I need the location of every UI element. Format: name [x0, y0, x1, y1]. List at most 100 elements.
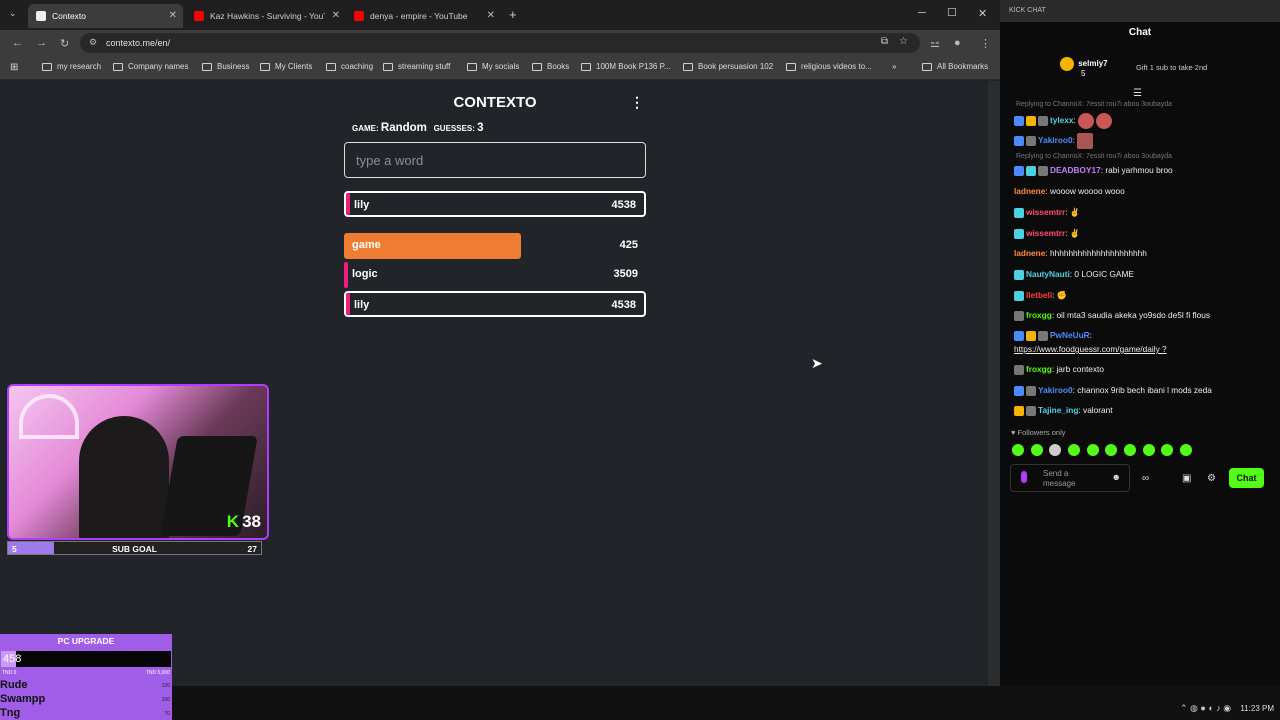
emote-icon[interactable]	[1068, 444, 1080, 456]
chat-username[interactable]: Yakiroo0	[1038, 135, 1073, 145]
bookmark-item[interactable]: 100M Book P136 P...	[581, 62, 671, 71]
bookmark-item[interactable]: religious videos to...	[786, 62, 872, 71]
url-text: contexto.me/en/	[106, 38, 171, 48]
emote-icon: ✌	[1069, 207, 1081, 217]
infinity-icon[interactable]: ∞	[1142, 473, 1149, 484]
tab-title: denya - empire - YouTube	[370, 11, 468, 21]
rank-badge-icon	[1060, 57, 1074, 71]
bookmark-star-icon[interactable]: ☆	[899, 36, 908, 47]
chat-username[interactable]: Tajine_ing	[1038, 405, 1078, 415]
bookmark-item[interactable]: coaching	[326, 62, 373, 71]
emote-icon[interactable]	[1087, 444, 1099, 456]
emote-icon[interactable]	[1143, 444, 1155, 456]
guess-bar	[346, 193, 350, 215]
bookmark-item[interactable]: Books	[532, 62, 569, 71]
close-tab-icon[interactable]: ✕	[169, 10, 177, 21]
emote-icon[interactable]	[1012, 444, 1024, 456]
chat-username[interactable]: tylexx	[1050, 115, 1074, 125]
bookmark-item[interactable]: streaming stuff	[383, 62, 450, 71]
chat-username[interactable]: wissemtrr	[1026, 207, 1065, 217]
gift-icon[interactable]: ▣	[1182, 473, 1191, 484]
game-menu-icon[interactable]: ⋮	[630, 94, 644, 111]
tab-youtube-1[interactable]: Kaz Hawkins - Surviving - YouTube ✕	[186, 4, 346, 28]
bookmark-item[interactable]: my research	[42, 62, 101, 71]
url-field[interactable]: ⚙ contexto.me/en/ ⧉ ☆	[80, 33, 920, 53]
kick-count-badge: K 38	[227, 512, 261, 532]
forward-icon[interactable]: →	[36, 37, 47, 49]
chat-link[interactable]: https://www.foodguessr.com/game/daily ?	[1014, 344, 1167, 354]
bookmark-item[interactable]: Book persuasion 102	[683, 62, 773, 71]
word-input[interactable]	[344, 142, 646, 178]
close-tab-icon[interactable]: ✕	[332, 10, 340, 21]
chat-username[interactable]: ladnene	[1014, 186, 1045, 196]
close-window-icon[interactable]: ✕	[978, 7, 987, 20]
emote-icon[interactable]	[1049, 444, 1061, 456]
chat-username[interactable]: froxgg	[1026, 364, 1052, 374]
close-tab-icon[interactable]: ✕	[487, 10, 495, 21]
apps-icon[interactable]: ⊞	[10, 62, 18, 73]
tab-title: Contexto	[52, 11, 87, 21]
folder-icon	[683, 62, 693, 71]
webcam-overlay: K 38	[7, 384, 269, 540]
bookmark-item[interactable]: My socials	[467, 62, 519, 71]
bookmark-label: 100M Book P136 P...	[596, 62, 671, 71]
reload-icon[interactable]: ↻	[60, 37, 69, 50]
tab-contexto[interactable]: Contexto ✕	[28, 4, 183, 28]
chat-message: lletbeli: ✊	[1014, 290, 1067, 301]
emote-icon[interactable]	[1180, 444, 1192, 456]
extensions-icon[interactable]: ⚍	[930, 37, 940, 50]
bookmark-item[interactable]: Business	[202, 62, 249, 71]
chat-username[interactable]: froxgg	[1026, 310, 1052, 320]
chat-message: wissemtrr: ✌	[1014, 207, 1080, 218]
more-bookmarks-icon[interactable]: »	[892, 62, 896, 71]
donation-max: TND 5,000	[145, 670, 170, 676]
youtube-favicon	[194, 11, 204, 21]
site-info-icon[interactable]: ⚙	[89, 37, 97, 48]
emote-icon[interactable]	[1105, 444, 1117, 456]
guesses-label: GUESSES:	[433, 124, 475, 133]
chat-username[interactable]: ladnene	[1014, 248, 1045, 258]
back-icon[interactable]: ←	[12, 37, 23, 49]
tray-icons[interactable]: ⌃ ◍ ● ◐ ♪ ◉	[1180, 703, 1231, 714]
donor-amount: 100	[161, 697, 170, 703]
gifter-count: 5	[1081, 69, 1086, 78]
donor-name: Tng	[0, 707, 21, 719]
bookmark-label: streaming stuff	[398, 62, 451, 71]
gift-prompt[interactable]: Gift 1 sub to take 2nd	[1136, 63, 1207, 72]
game-title: CONTEXTO	[453, 94, 537, 111]
chat-text: rabi yarhmou broo	[1105, 165, 1173, 175]
emoji-icon[interactable]: ☻	[1112, 472, 1121, 482]
browser-menu-icon[interactable]: ⋮	[980, 37, 991, 50]
chat-username[interactable]: PwNeUuR	[1050, 330, 1090, 340]
emote-icon[interactable]	[1124, 444, 1136, 456]
page-scrollbar[interactable]	[988, 81, 1000, 686]
new-tab-icon[interactable]: +	[509, 7, 517, 22]
chat-username[interactable]: NautyNauti	[1026, 269, 1070, 279]
bookmark-item[interactable]: My Clients	[260, 62, 312, 71]
system-clock: 11:23 PM	[1240, 704, 1274, 713]
chat-username[interactable]: wissemtrr	[1026, 228, 1065, 238]
install-icon[interactable]: ⧉	[881, 36, 888, 47]
bookmark-item[interactable]: Company names	[113, 62, 188, 71]
emote-icon[interactable]	[1031, 444, 1043, 456]
chat-message-input[interactable]: Send a message ☻	[1010, 464, 1130, 492]
chat-username[interactable]: lletbeli	[1026, 290, 1052, 300]
profile-avatar-icon[interactable]: ●	[954, 37, 961, 49]
chat-username[interactable]: DEADBOY17	[1050, 165, 1101, 175]
emote-icon[interactable]	[1161, 444, 1173, 456]
mouse-cursor-icon: ➤	[811, 355, 823, 371]
minimize-icon[interactable]: ─	[918, 7, 926, 19]
maximize-icon[interactable]: ☐	[947, 6, 957, 19]
top-gifter: selmiy7 5	[1060, 57, 1108, 78]
emote-icon: ✊	[1056, 290, 1068, 300]
tab-search-icon[interactable]: ⌄	[9, 8, 17, 19]
chat-username[interactable]: Yakiroo0	[1038, 385, 1073, 395]
mic-icon[interactable]	[1021, 471, 1027, 483]
chat-send-button[interactable]: Chat	[1229, 468, 1264, 488]
settings-icon[interactable]: ⚙	[1207, 473, 1216, 484]
folder-icon	[260, 62, 270, 71]
sub-goal-bar: 5 SUB GOAL 27	[7, 541, 262, 555]
bookmark-item[interactable]: All Bookmarks	[922, 62, 988, 71]
tab-youtube-2[interactable]: denya - empire - YouTube ✕	[346, 4, 501, 28]
pinned-toggle-icon[interactable]: ☰	[1133, 88, 1142, 99]
